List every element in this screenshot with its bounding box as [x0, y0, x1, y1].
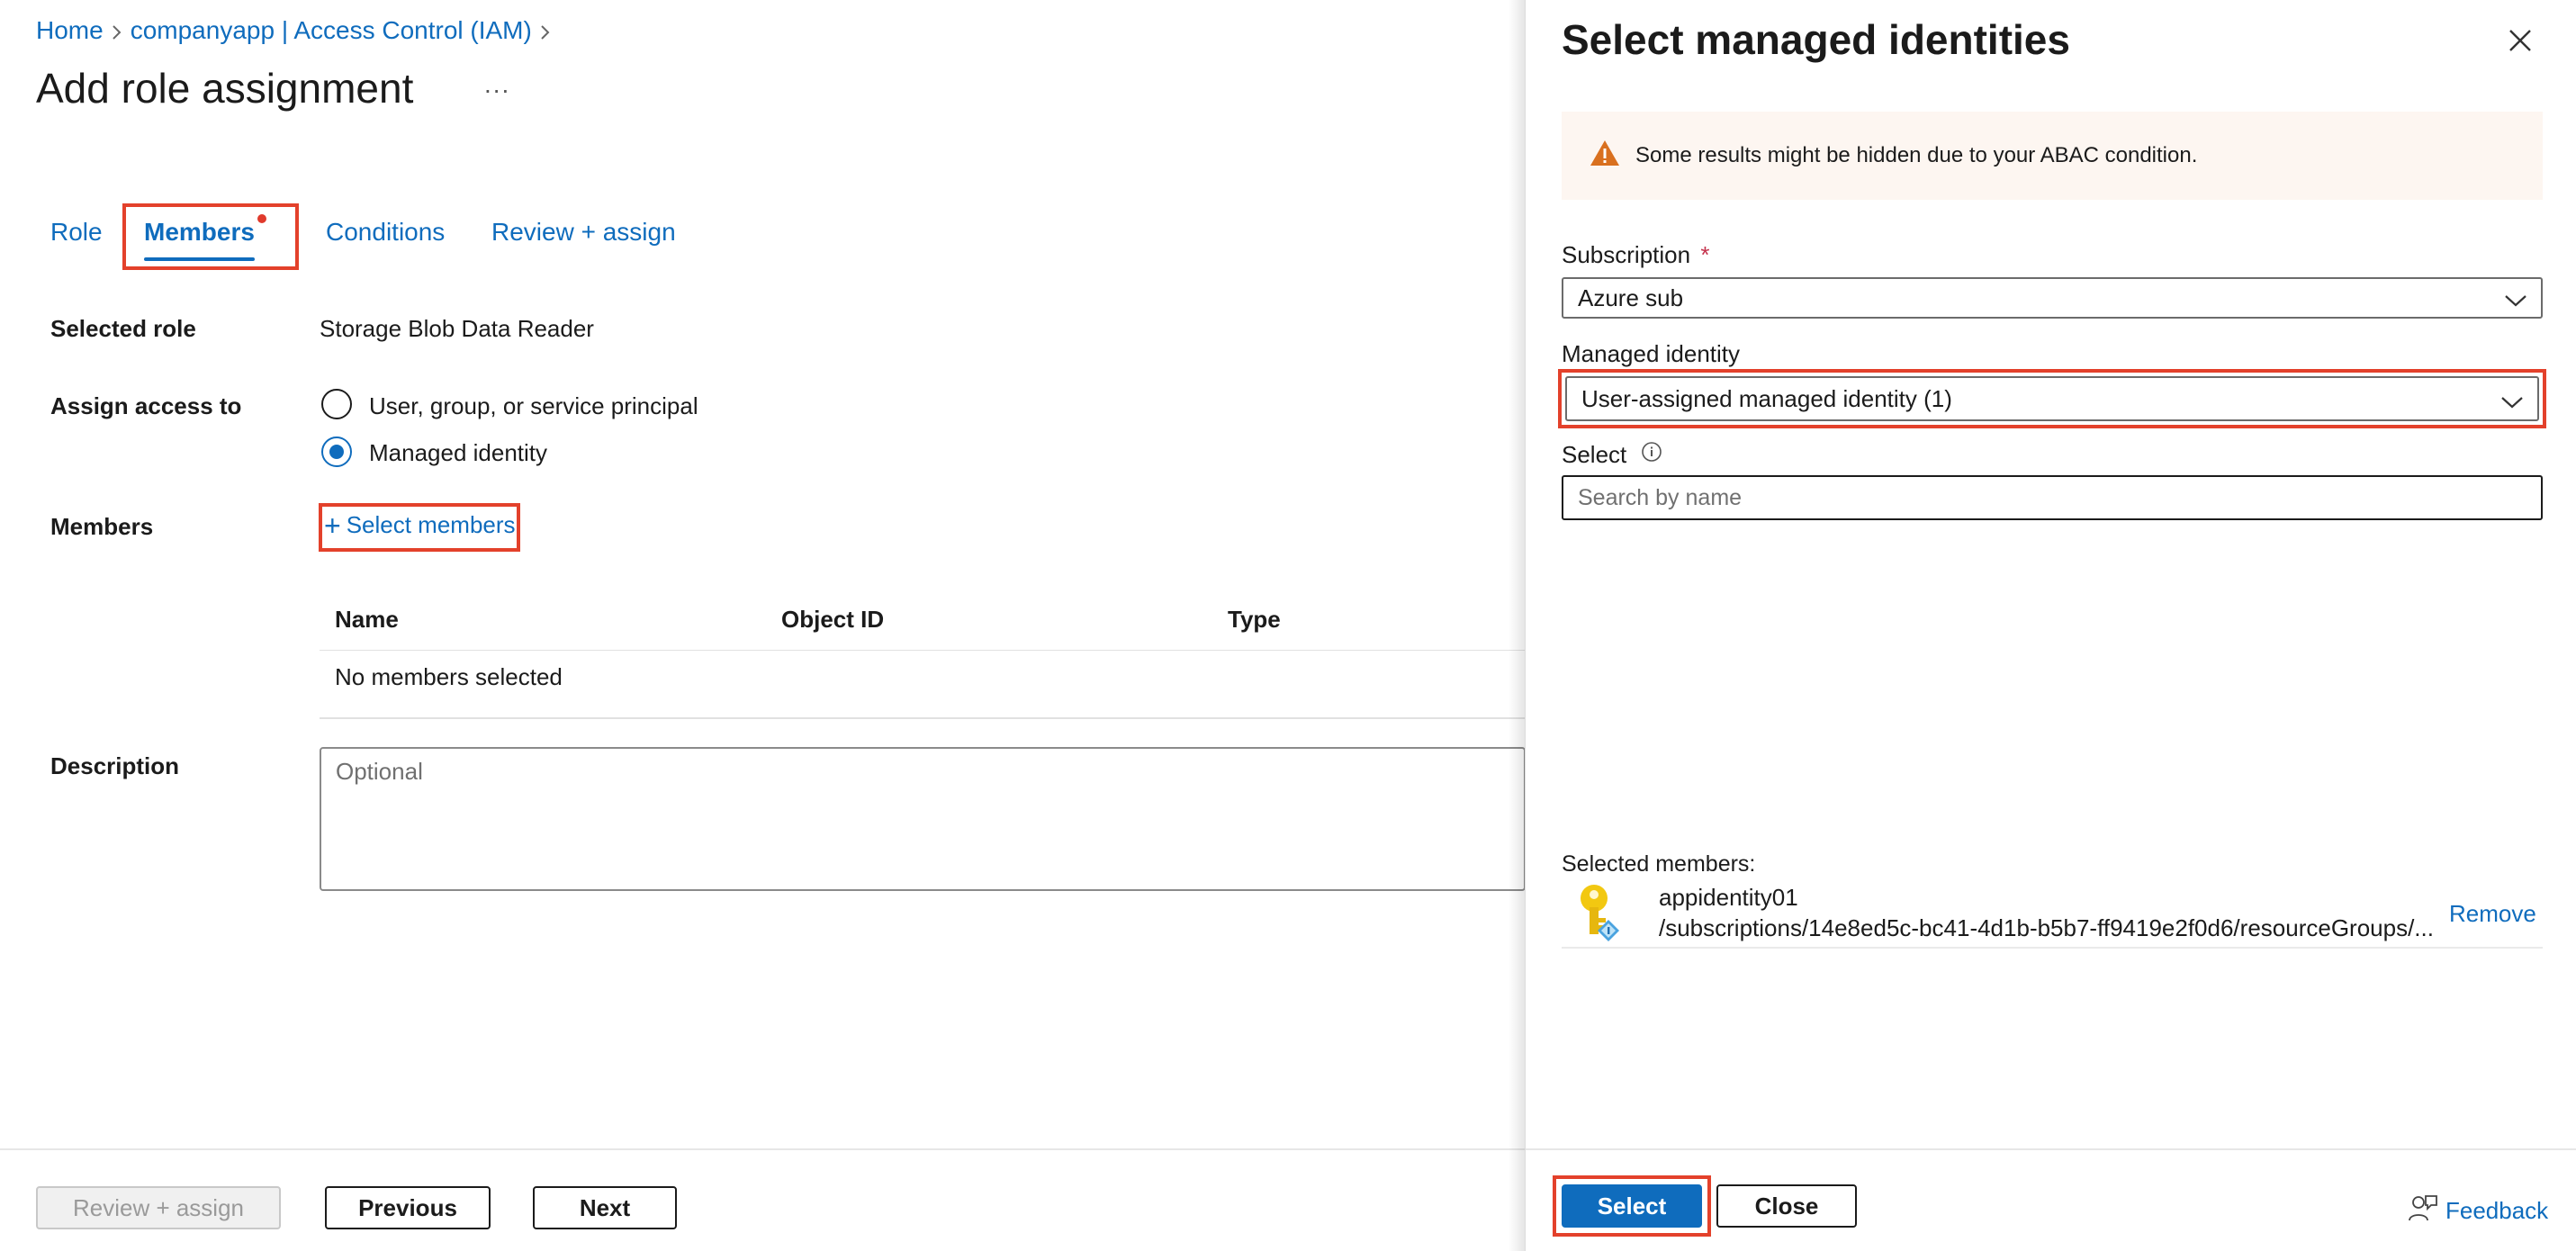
subscription-label: Subscription *	[1562, 241, 1709, 269]
table-bottom-divider	[320, 717, 1526, 719]
selected-role-value: Storage Blob Data Reader	[320, 315, 594, 342]
chevron-right-icon	[104, 16, 131, 45]
search-input[interactable]: Search by name	[1562, 475, 2543, 520]
description-label: Description	[50, 752, 180, 779]
tab-members[interactable]: Members	[144, 212, 255, 261]
description-textarea[interactable]: Optional	[320, 747, 1526, 891]
radio-user-group[interactable]	[321, 389, 352, 419]
assign-access-label: Assign access to	[50, 392, 242, 419]
managed-identity-value: User-assigned managed identity (1)	[1581, 384, 1952, 412]
column-header-name: Name	[335, 606, 399, 633]
select-label: Select	[1562, 441, 1662, 469]
selected-member-row: appidentity01 /subscriptions/14e8ed5c-bc…	[1562, 882, 2543, 949]
remove-link[interactable]: Remove	[2449, 900, 2536, 928]
selected-role-label: Selected role	[50, 315, 196, 342]
table-empty-text: No members selected	[335, 663, 563, 690]
page-title: Add role assignment	[36, 65, 414, 112]
selected-members-label: Selected members:	[1562, 851, 1756, 877]
more-options-icon[interactable]: ...	[484, 70, 510, 99]
breadcrumb: Home companyapp | Access Control (IAM)	[36, 13, 559, 49]
chevron-down-icon	[2503, 288, 2528, 316]
feedback-icon	[2408, 1193, 2438, 1228]
breadcrumb-home-link[interactable]: Home	[36, 16, 104, 45]
previous-button[interactable]: Previous	[325, 1186, 491, 1229]
abac-warning-banner: Some results might be hidden due to your…	[1562, 112, 2543, 200]
chevron-right-icon	[532, 16, 559, 45]
required-marker: *	[1700, 241, 1710, 268]
managed-identity-dropdown[interactable]: User-assigned managed identity (1)	[1565, 376, 2539, 421]
column-header-object-id: Object ID	[781, 606, 885, 633]
subscription-value: Azure sub	[1578, 284, 1684, 311]
panel-title: Select managed identities	[1562, 16, 2070, 63]
warning-text: Some results might be hidden due to your…	[1635, 143, 2198, 167]
selected-member-path: /subscriptions/14e8ed5c-bc41-4d1b-b5b7-f…	[1659, 914, 2433, 941]
radio-managed-identity-label[interactable]: Managed identity	[369, 439, 547, 467]
close-icon[interactable]	[2505, 25, 2535, 56]
tab-active-indicator	[144, 257, 255, 261]
tab-conditions[interactable]: Conditions	[326, 212, 445, 252]
selected-member-name: appidentity01	[1659, 884, 1798, 911]
info-icon[interactable]	[1641, 441, 1662, 469]
tab-role[interactable]: Role	[50, 212, 103, 252]
select-label-text: Select	[1562, 441, 1627, 468]
breadcrumb-resource-link[interactable]: companyapp | Access Control (IAM)	[131, 16, 532, 45]
managed-identity-key-icon	[1572, 882, 1630, 951]
select-managed-identities-panel: Select managed identities Some results m…	[1525, 0, 2576, 1251]
plus-icon: +	[324, 508, 341, 542]
tab-review-assign[interactable]: Review + assign	[491, 212, 676, 252]
chevron-down-icon	[2499, 390, 2525, 418]
select-members-label: Select members	[346, 511, 516, 538]
radio-managed-identity[interactable]	[321, 436, 352, 467]
select-button[interactable]: Select	[1562, 1184, 1702, 1228]
radio-user-group-label[interactable]: User, group, or service principal	[369, 392, 698, 420]
column-header-type: Type	[1228, 606, 1281, 633]
tab-error-dot	[257, 214, 266, 223]
close-button[interactable]: Close	[1716, 1184, 1857, 1228]
members-label: Members	[50, 513, 154, 540]
warning-icon	[1589, 139, 1621, 174]
feedback-link[interactable]: Feedback	[2408, 1193, 2548, 1228]
select-members-link[interactable]: + Select members	[324, 508, 516, 542]
tab-members-label: Members	[144, 218, 255, 246]
subscription-dropdown[interactable]: Azure sub	[1562, 277, 2543, 319]
managed-identity-label: Managed identity	[1562, 340, 1741, 367]
next-button[interactable]: Next	[533, 1186, 677, 1229]
feedback-label: Feedback	[2445, 1197, 2549, 1224]
review-assign-button[interactable]: Review + assign	[36, 1186, 281, 1229]
table-header-divider	[320, 650, 1526, 651]
subscription-label-text: Subscription	[1562, 241, 1691, 268]
panel-shadow	[1509, 0, 1525, 1251]
